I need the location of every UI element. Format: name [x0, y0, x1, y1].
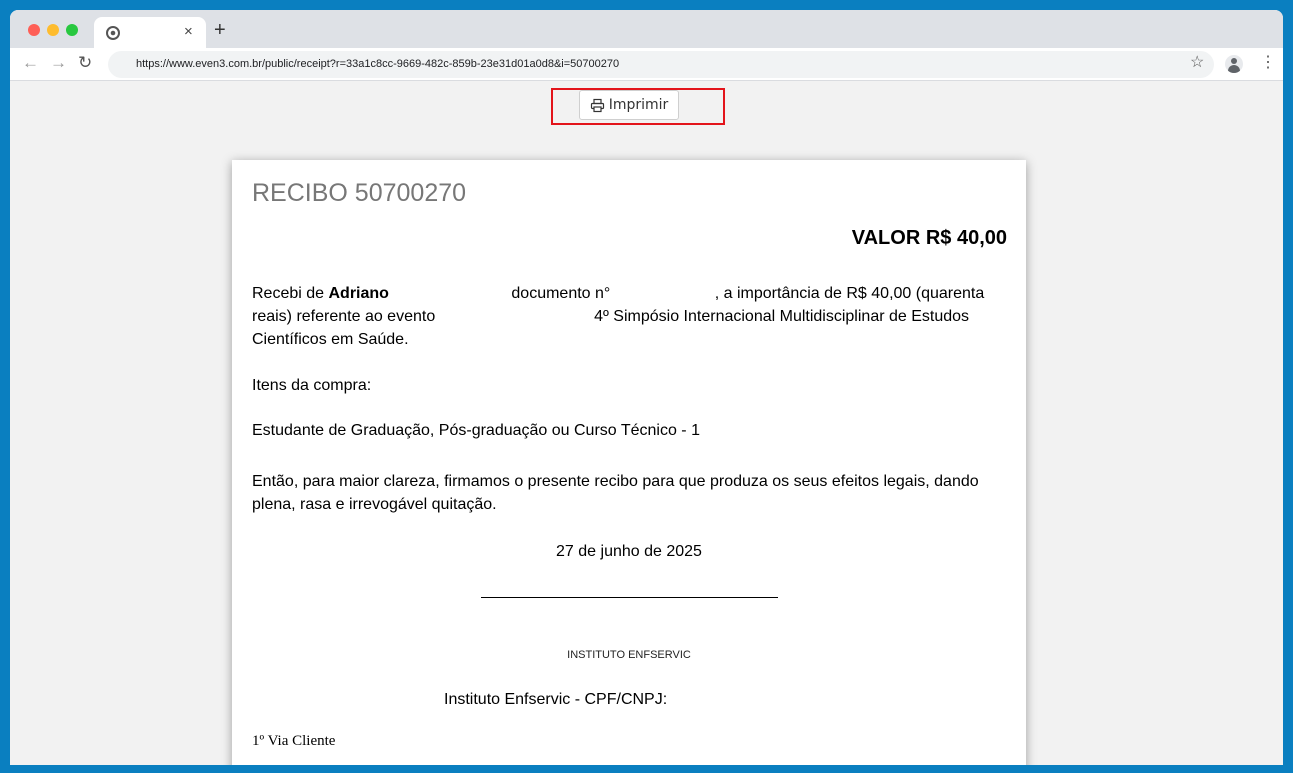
copy-label: 1º Via Cliente: [252, 733, 336, 749]
close-window-button[interactable]: [28, 24, 40, 36]
url-text[interactable]: https://www.even3.com.br/public/receipt?…: [136, 58, 619, 70]
print-label: Imprimir: [608, 97, 669, 113]
maximize-window-button[interactable]: [66, 24, 78, 36]
organization-cnpj: Instituto Enfservic - CPF/CNPJ:: [444, 691, 668, 708]
forward-icon[interactable]: →: [50, 52, 67, 74]
address-bar[interactable]: https://www.even3.com.br/public/receipt?…: [108, 51, 1214, 78]
signature-line: [481, 597, 778, 598]
receipt-date: 27 de junho de 2025: [556, 543, 702, 560]
browser-menu-icon[interactable]: ⋮: [1260, 52, 1276, 74]
browser-toolbar: ← → ↻ https://www.even3.com.br/public/re…: [10, 48, 1283, 81]
page-content: Imprimir RECIBO 50700270 VALOR R$ 40,00 …: [10, 82, 1283, 765]
closing-statement: Então, para maior clareza, firmamos o pr…: [252, 473, 979, 513]
new-tab-button[interactable]: +: [214, 20, 226, 40]
printer-icon: [590, 98, 604, 112]
profile-icon[interactable]: [1225, 55, 1243, 73]
close-tab-icon[interactable]: ×: [184, 23, 193, 41]
browser-tab[interactable]: ×: [94, 17, 206, 48]
back-icon[interactable]: ←: [22, 52, 39, 74]
organization-name: INSTITUTO ENFSERVIC: [567, 649, 691, 661]
browser-window: × + ← → ↻ https://www.even3.com.br/publi…: [10, 10, 1283, 765]
chrome-icon: [106, 26, 120, 40]
minimize-window-button[interactable]: [47, 24, 59, 36]
bookmark-star-icon[interactable]: ☆: [1190, 52, 1204, 74]
receipt-statement: Recebi de Adriano documento n° , a impor…: [252, 285, 985, 348]
items-title: Itens da compra:: [252, 377, 372, 394]
receipt-document: RECIBO 50700270 VALOR R$ 40,00 Recebi de…: [232, 160, 1026, 765]
purchase-item: Estudante de Graduação, Pós-graduação ou…: [252, 422, 700, 439]
tab-strip: × +: [10, 10, 1283, 48]
reload-icon[interactable]: ↻: [78, 52, 92, 74]
payer-name: Adriano: [328, 285, 389, 302]
receipt-value: VALOR R$ 40,00: [851, 227, 1007, 249]
receipt-title: RECIBO 50700270: [252, 179, 467, 207]
print-button[interactable]: Imprimir: [579, 90, 679, 120]
